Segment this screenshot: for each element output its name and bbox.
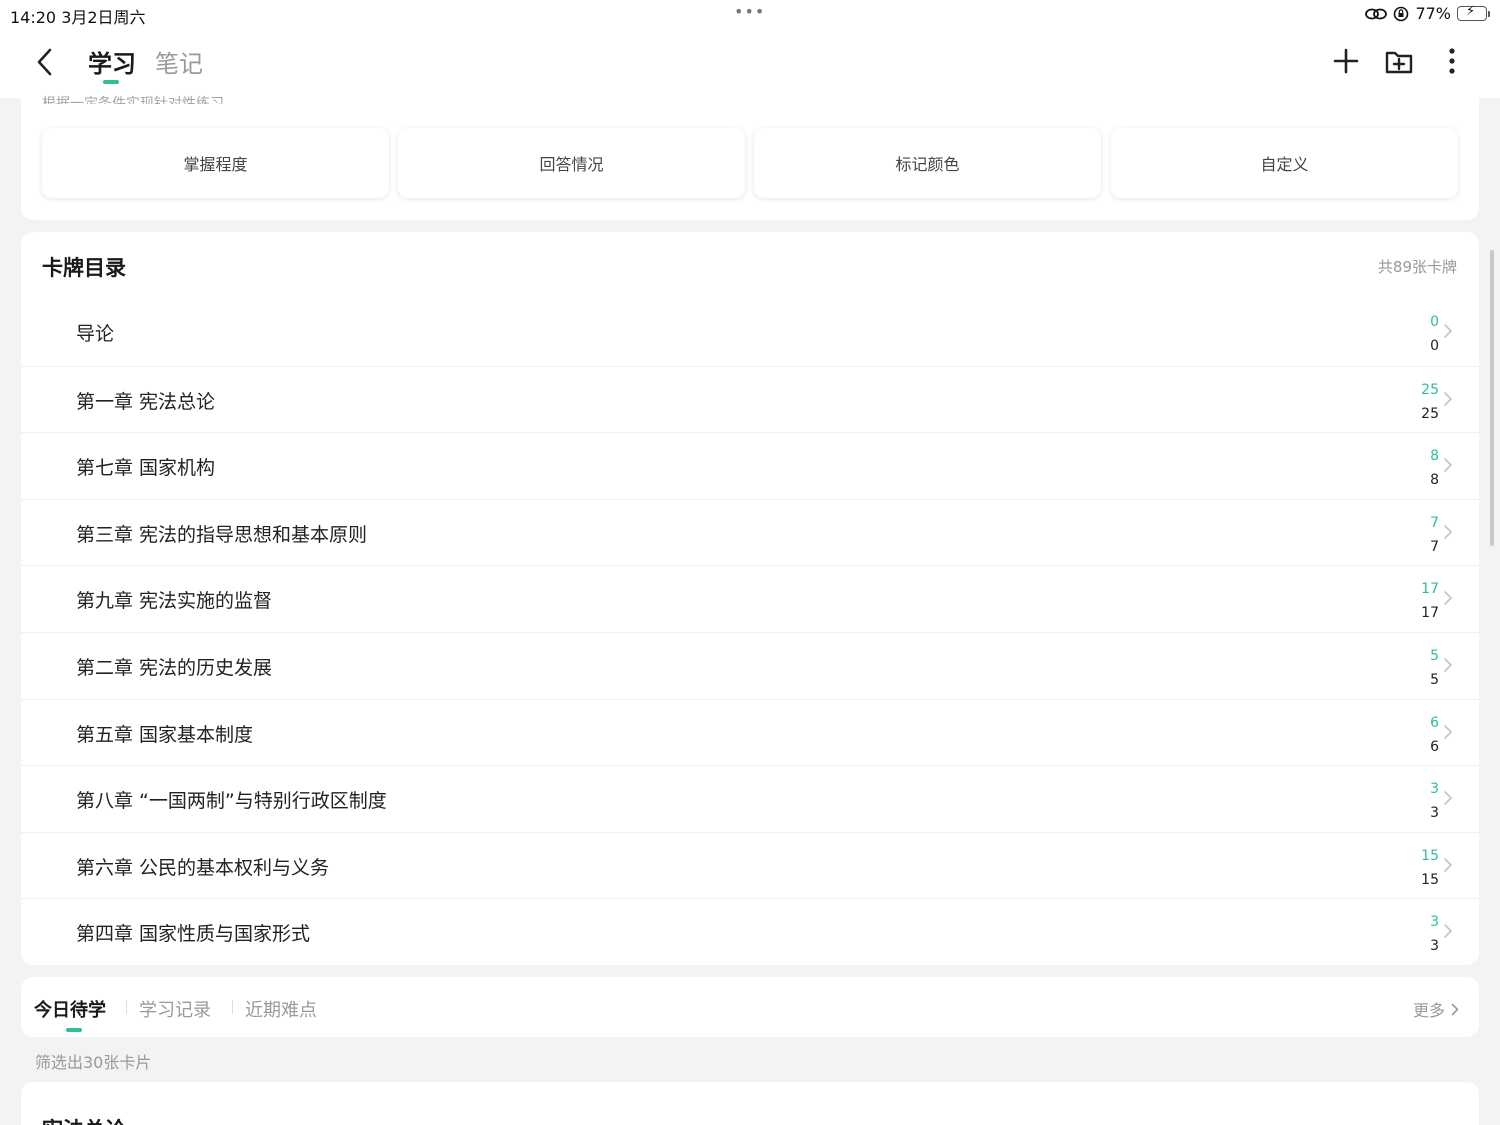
catalog-row-label: 第六章 公民的基本权利与义务 <box>76 856 330 879</box>
status-bar: 14:20 3月2日周六 ••• 77% ⚡ <box>0 0 1500 28</box>
chevron-right-icon <box>1444 391 1452 406</box>
chevron-right-icon <box>1444 791 1452 805</box>
due-count: 7 <box>1430 514 1439 531</box>
chevron-right-icon <box>1451 1003 1459 1015</box>
catalog-row[interactable]: 导论 0 0 <box>21 299 1479 365</box>
more-link[interactable]: 更多 <box>1413 997 1459 1021</box>
tab-difficult[interactable]: 近期难点 <box>245 996 317 1022</box>
scrollbar[interactable] <box>1490 250 1494 546</box>
battery-icon: ⚡ <box>1457 4 1490 21</box>
catalog-row[interactable]: 第七章 国家机构 8 8 <box>21 432 1479 498</box>
filter-result-text: 筛选出30张卡片 <box>35 1053 152 1072</box>
catalog-row-label: 第三章 宪法的指导思想和基本原则 <box>76 523 368 546</box>
catalog-row-label: 第四章 国家性质与国家形式 <box>76 923 311 946</box>
total-count: 3 <box>1430 938 1439 955</box>
tab-divider <box>126 1000 127 1014</box>
catalog-row[interactable]: 第六章 公民的基本权利与义务 15 15 <box>21 831 1479 898</box>
catalog-row[interactable]: 第五章 国家基本制度 6 6 <box>21 698 1479 765</box>
due-count: 6 <box>1430 714 1439 731</box>
status-time-date: 14:20 3月2日周六 <box>10 8 146 27</box>
catalog-row[interactable]: 第三章 宪法的指导思想和基本原则 7 7 <box>21 498 1479 565</box>
catalog-row[interactable]: 第九章 宪法实施的监督 17 17 <box>21 565 1479 631</box>
total-count: 7 <box>1430 538 1439 555</box>
back-arrow-icon[interactable] <box>30 44 60 80</box>
catalog-row[interactable]: 第四章 国家性质与国家形式 3 3 <box>21 898 1479 964</box>
due-count: 3 <box>1430 781 1439 798</box>
total-count: 3 <box>1430 805 1439 822</box>
link-icon <box>1365 8 1388 19</box>
catalog-row[interactable]: 第八章 “一国两制”与特别行政区制度 3 3 <box>21 765 1479 831</box>
total-count: 15 <box>1421 871 1439 888</box>
catalog-row-counts: 88 <box>1430 444 1439 492</box>
rotation-lock-icon <box>1394 6 1409 21</box>
battery-percent: 77% <box>1415 4 1451 23</box>
chevron-right-icon <box>1444 324 1452 338</box>
catalog-row-counts: 17 17 <box>1421 577 1439 625</box>
filter-hint-text: 根据一定条件实现针对性练习 <box>42 96 224 104</box>
total-count: 6 <box>1430 738 1439 755</box>
catalog-row-label: 导论 <box>76 323 115 345</box>
more-options-icon[interactable] <box>1436 45 1468 77</box>
chevron-right-icon <box>1444 658 1452 672</box>
practice-filter-card: 根据一定条件实现针对性练习 掌握程度 回答情况 标记颜色 自定义 <box>21 96 1479 220</box>
card-catalog: 卡牌目录 共89张卡牌 导论 0 0 第一章 宪法总论 25 25 第七章 国家机构 8 8 第三… <box>21 232 1479 965</box>
chevron-right-icon <box>1444 458 1452 472</box>
add-icon[interactable] <box>1330 45 1362 77</box>
filter-color-button[interactable]: 标记颜色 <box>754 128 1101 198</box>
catalog-row[interactable]: 第一章 宪法总论 25 25 <box>21 365 1479 432</box>
top-nav-bar: 学习 笔记 <box>0 28 1500 98</box>
catalog-row-label: 第九章 宪法实施的监督 <box>76 590 273 613</box>
filter-mastery-button[interactable]: 掌握程度 <box>42 128 389 198</box>
catalog-row-label: 第一章 宪法总论 <box>76 390 216 413</box>
tab-active-indicator <box>103 80 119 84</box>
catalog-row-counts: 66 <box>1430 711 1439 759</box>
total-count: 8 <box>1430 472 1439 489</box>
catalog-row-counts: 33 <box>1430 777 1439 825</box>
due-count: 17 <box>1421 581 1439 598</box>
due-count: 25 <box>1421 381 1439 398</box>
filter-custom-button[interactable]: 自定义 <box>1111 128 1458 198</box>
status-right: 77% ⚡ <box>1365 4 1490 23</box>
catalog-row-label: 第八章 “一国两制”与特别行政区制度 <box>76 790 387 813</box>
catalog-row-counts: 55 <box>1430 644 1439 692</box>
catalog-count: 共89张卡牌 <box>1377 258 1457 276</box>
catalog-row-counts: 25 25 <box>1421 378 1439 426</box>
due-count: 15 <box>1421 847 1439 864</box>
chevron-right-icon <box>1444 724 1452 739</box>
due-count: 3 <box>1430 914 1439 931</box>
study-tabs-card: 今日待学 学习记录 近期难点 更多 <box>21 977 1479 1037</box>
add-folder-icon[interactable] <box>1383 45 1415 77</box>
tab-today[interactable]: 今日待学 <box>34 996 106 1022</box>
filter-answer-button[interactable]: 回答情况 <box>398 128 745 198</box>
tab-study[interactable]: 学习 <box>88 44 136 79</box>
due-count: 8 <box>1430 448 1439 465</box>
total-count: 5 <box>1430 672 1439 688</box>
catalog-row-label: 第五章 国家基本制度 <box>76 723 254 746</box>
total-count: 0 <box>1430 338 1439 354</box>
catalog-row-counts: 77 <box>1430 511 1439 559</box>
catalog-title: 卡牌目录 <box>42 256 126 280</box>
catalog-row-label: 第二章 宪法的历史发展 <box>76 657 273 679</box>
deck-card[interactable]: 宪法总论 <box>21 1082 1479 1125</box>
chevron-right-icon <box>1444 857 1452 872</box>
catalog-row-label: 第七章 国家机构 <box>76 457 216 480</box>
study-tab-indicator <box>66 1028 82 1032</box>
chevron-right-icon <box>1444 924 1452 939</box>
total-count: 25 <box>1421 405 1439 422</box>
total-count: 17 <box>1421 605 1439 622</box>
tab-history[interactable]: 学习记录 <box>139 996 211 1022</box>
catalog-row-counts: 33 <box>1430 910 1439 958</box>
due-count: 5 <box>1430 648 1439 664</box>
catalog-row-counts: 15 15 <box>1421 844 1439 892</box>
deck-card-title: 宪法总论 <box>42 1114 126 1125</box>
tab-divider <box>232 1000 233 1014</box>
due-count: 0 <box>1430 314 1439 330</box>
more-label: 更多 <box>1412 1001 1445 1020</box>
multitasking-dots[interactable]: ••• <box>734 2 765 21</box>
chevron-right-icon <box>1444 524 1452 539</box>
chevron-right-icon <box>1444 591 1452 606</box>
tab-notes[interactable]: 笔记 <box>155 44 203 79</box>
catalog-row-counts: 00 <box>1430 310 1439 358</box>
catalog-row[interactable]: 第二章 宪法的历史发展 5 5 <box>21 632 1479 698</box>
